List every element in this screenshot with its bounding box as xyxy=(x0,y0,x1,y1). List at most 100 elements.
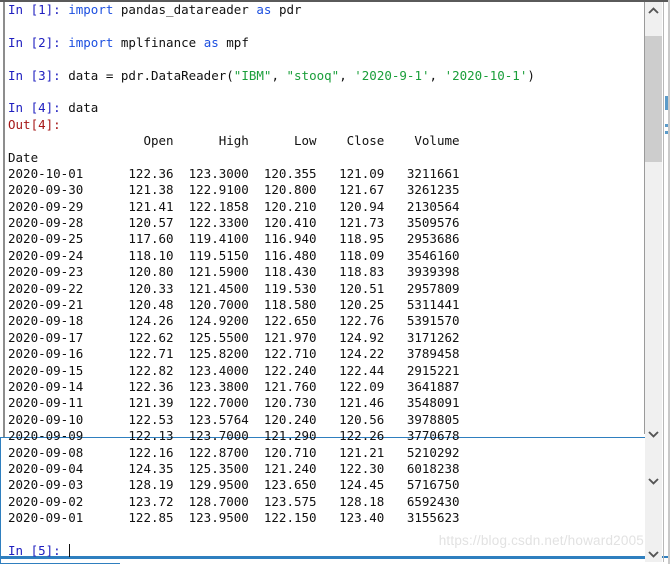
table-row: 2020-10-01 122.36 123.3000 120.355 121.0… xyxy=(8,166,638,182)
table-row: 2020-09-22 120.33 121.4500 119.530 120.5… xyxy=(8,281,638,297)
output-index-name-row: Date xyxy=(8,150,638,166)
table-row: 2020-09-08 122.16 122.8700 120.710 121.2… xyxy=(8,445,638,461)
code-keyword: as xyxy=(256,2,272,17)
table-row: 2020-09-21 120.48 120.7000 118.580 120.2… xyxy=(8,297,638,313)
chevron-down-icon xyxy=(648,430,659,438)
table-row-text: 2020-09-11 121.39 122.7000 120.730 121.4… xyxy=(8,395,460,411)
table-row: 2020-09-24 118.10 119.5150 116.480 118.0… xyxy=(8,248,638,264)
console-text-area[interactable]: In [1]: import pandas_datareader as pdr … xyxy=(8,2,638,560)
table-column-headers: Open High Low Close Volume xyxy=(8,133,460,149)
table-row: 2020-09-28 120.57 122.3300 120.410 121.7… xyxy=(8,215,638,231)
ipython-console-window: In [1]: import pandas_datareader as pdr … xyxy=(0,0,670,564)
code-text: , xyxy=(271,67,287,83)
vertical-scrollbar[interactable] xyxy=(645,2,662,562)
input-prompt-label: In [2]: xyxy=(8,34,61,50)
code-text: mplfinance xyxy=(113,34,204,50)
chevron-up-icon xyxy=(648,6,659,14)
code-keyword: import xyxy=(68,2,114,17)
table-row-text: 2020-09-09 122.13 123.7000 121.290 122.2… xyxy=(8,428,460,444)
table-index-name: Date xyxy=(8,149,39,165)
table-row: 2020-09-03 128.19 129.9500 123.650 124.4… xyxy=(8,477,638,493)
table-row: 2020-09-30 121.38 122.9100 120.800 121.6… xyxy=(8,182,638,198)
scroll-down-button-inner[interactable] xyxy=(645,472,662,489)
code-text: mpf xyxy=(218,34,249,50)
edge-marker xyxy=(665,131,668,134)
chevron-down-icon xyxy=(648,477,659,485)
table-row-text: 2020-09-01 122.85 123.9500 122.150 123.4… xyxy=(8,510,460,526)
table-row-text: 2020-09-15 122.82 123.4000 122.240 122.4… xyxy=(8,362,460,378)
code-text: , xyxy=(339,67,355,83)
input-cell-line: In [2]: import mplfinance as mpf xyxy=(8,35,638,51)
scroll-up-button[interactable] xyxy=(645,2,662,19)
input-cell-line: In [4]: data xyxy=(8,100,638,116)
active-input-prompt-label: In [5]: xyxy=(8,542,61,558)
code-keyword: import xyxy=(68,34,114,50)
table-row: 2020-09-14 122.36 123.3800 121.760 122.0… xyxy=(8,379,638,395)
code-text: pandas_datareader xyxy=(113,2,257,17)
table-row-text: 2020-09-25 117.60 119.4100 116.940 118.9… xyxy=(8,231,460,247)
table-row-text: 2020-09-04 124.35 125.3500 121.240 122.3… xyxy=(8,460,460,476)
table-row-text: 2020-09-30 121.38 122.9100 120.800 121.6… xyxy=(8,182,460,198)
window-right-edge-inner xyxy=(663,2,664,562)
table-row: 2020-09-16 122.71 125.8200 122.710 124.2… xyxy=(8,346,638,362)
table-row-text: 2020-09-16 122.71 125.8200 122.710 124.2… xyxy=(8,346,460,362)
chevron-down-icon xyxy=(648,550,659,558)
code-string: '2020-9-1' xyxy=(354,67,430,83)
table-row: 2020-09-17 122.62 125.5500 121.970 124.9… xyxy=(8,330,638,346)
output-table-header: Open High Low Close Volume xyxy=(8,133,638,149)
table-row-text: 2020-09-21 120.48 120.7000 118.580 120.2… xyxy=(8,297,460,313)
table-row: 2020-09-23 120.80 121.5900 118.430 118.8… xyxy=(8,264,638,280)
edge-marker xyxy=(665,124,668,127)
code-text: data = pdr.DataReader( xyxy=(68,67,234,83)
table-row: 2020-09-15 122.82 123.4000 122.240 122.4… xyxy=(8,363,638,379)
output-prompt-label: Out[4]: xyxy=(8,116,61,132)
input-prompt-label: In [1]: xyxy=(8,2,61,17)
table-row-text: 2020-09-18 124.26 124.9200 122.650 122.7… xyxy=(8,313,460,329)
text-caret xyxy=(69,543,71,557)
code-text: ) xyxy=(527,67,535,83)
table-row: 2020-09-02 123.72 128.7000 123.575 128.1… xyxy=(8,494,638,510)
input-prompt-label: In [4]: xyxy=(8,100,61,116)
table-row-text: 2020-09-03 128.19 129.9500 123.650 124.4… xyxy=(8,477,460,493)
table-row: 2020-09-29 121.41 122.1858 120.210 120.9… xyxy=(8,199,638,215)
scroll-down-button-bottom[interactable] xyxy=(645,545,662,562)
table-row: 2020-09-11 121.39 122.7000 120.730 121.4… xyxy=(8,395,638,411)
table-row-text: 2020-09-22 120.33 121.4500 119.530 120.5… xyxy=(8,280,460,296)
table-row-text: 2020-09-17 122.62 125.5500 121.970 124.9… xyxy=(8,329,460,345)
table-row: 2020-09-10 122.53 123.5764 120.240 120.5… xyxy=(8,412,638,428)
input-prompt-label: In [3]: xyxy=(8,67,61,83)
table-row: 2020-09-18 124.26 124.9200 122.650 122.7… xyxy=(8,313,638,329)
edge-marker xyxy=(665,96,668,110)
scroll-down-button-outer[interactable] xyxy=(645,425,662,442)
code-string: '2020-10-1' xyxy=(444,67,528,83)
table-row-text: 2020-09-29 121.41 122.1858 120.210 120.9… xyxy=(8,198,460,214)
code-keyword: as xyxy=(203,34,219,50)
table-row-text: 2020-09-28 120.57 122.3300 120.410 121.7… xyxy=(8,215,460,231)
table-row: 2020-09-01 122.85 123.9500 122.150 123.4… xyxy=(8,510,638,526)
code-string: "stooq" xyxy=(286,67,340,83)
table-row-text: 2020-09-08 122.16 122.8700 120.710 121.2… xyxy=(8,444,460,460)
active-input-value[interactable] xyxy=(61,543,69,558)
table-row-text: 2020-09-23 120.80 121.5900 118.430 118.8… xyxy=(8,264,460,280)
code-string: "IBM" xyxy=(233,67,272,83)
watermark-text: https://blog.csdn.net/howard2005 xyxy=(438,533,644,548)
scrollbar-thumb[interactable] xyxy=(645,36,662,162)
output-prompt-line: Out[4]: xyxy=(8,117,638,133)
table-row-text: 2020-09-24 118.10 119.5150 116.480 118.0… xyxy=(8,247,460,263)
table-row-text: 2020-09-14 122.36 123.3800 121.760 122.0… xyxy=(8,378,460,394)
table-row-text: 2020-09-10 122.53 123.5764 120.240 120.5… xyxy=(8,411,460,427)
input-cell-line: In [3]: data = pdr.DataReader("IBM", "st… xyxy=(8,68,638,84)
table-row: 2020-09-09 122.13 123.7000 121.290 122.2… xyxy=(8,428,638,444)
table-row-text: 2020-10-01 122.36 123.3000 120.355 121.0… xyxy=(8,165,460,181)
table-row: 2020-09-25 117.60 119.4100 116.940 118.9… xyxy=(8,231,638,247)
code-text: , xyxy=(429,67,445,83)
table-row-text: 2020-09-02 123.72 128.7000 123.575 128.1… xyxy=(8,493,460,509)
code-text: data xyxy=(68,100,99,116)
left-gutter-line xyxy=(3,2,5,437)
input-cell-line: In [1]: import pandas_datareader as pdr xyxy=(8,2,638,18)
table-row: 2020-09-04 124.35 125.3500 121.240 122.3… xyxy=(8,461,638,477)
code-text: pdr xyxy=(271,2,302,17)
